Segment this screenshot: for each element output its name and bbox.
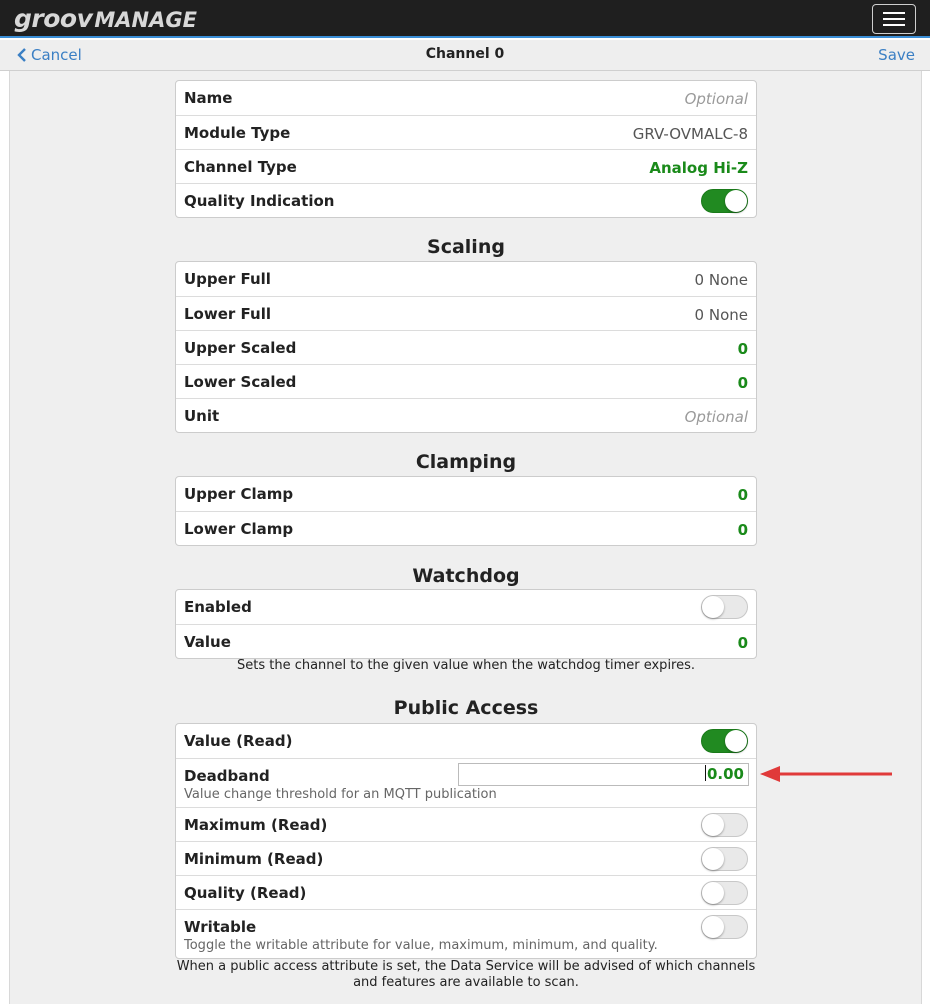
public-access-panel: Value (Read) Deadband 0.00 Value change … <box>175 723 757 959</box>
toggle-knob <box>725 730 747 752</box>
watchdog-enabled-label: Enabled <box>184 598 252 616</box>
writable-label: Writable <box>184 918 257 936</box>
deadband-help-text: Value change threshold for an MQTT publi… <box>184 787 497 802</box>
lower-scaled-label: Lower Scaled <box>184 373 297 391</box>
module-type-row: Module Type GRV-OVMALC-8 <box>176 115 756 149</box>
general-settings-panel: Name Optional Module Type GRV-OVMALC-8 C… <box>175 80 757 218</box>
upper-scaled-label: Upper Scaled <box>184 339 297 357</box>
upper-full-value: 0 None <box>694 271 748 289</box>
deadband-label: Deadband <box>184 767 270 785</box>
lower-clamp-label: Lower Clamp <box>184 520 294 538</box>
quality-read-row: Quality (Read) <box>176 875 756 909</box>
unit-label: Unit <box>184 407 220 425</box>
name-field[interactable]: Optional <box>685 90 748 108</box>
scaling-section-title: Scaling <box>427 236 505 258</box>
lower-clamp-row[interactable]: Lower Clamp 0 <box>176 511 756 545</box>
watchdog-value-label: Value <box>184 633 231 651</box>
quality-indication-toggle[interactable] <box>701 189 748 213</box>
watchdog-help-text: Sets the channel to the given value when… <box>236 658 696 673</box>
watchdog-panel: Enabled Value 0 <box>175 589 757 659</box>
quality-read-label: Quality (Read) <box>184 884 307 902</box>
hamburger-menu-button[interactable] <box>872 4 916 34</box>
module-type-label: Module Type <box>184 124 291 142</box>
cancel-label: Cancel <box>31 46 82 64</box>
toggle-knob <box>702 848 724 870</box>
minimum-read-row: Minimum (Read) <box>176 841 756 875</box>
writable-help-text: Toggle the writable attribute for value,… <box>184 938 658 953</box>
name-row[interactable]: Name Optional <box>176 81 756 115</box>
lower-full-value: 0 None <box>694 306 748 324</box>
watchdog-section-title: Watchdog <box>412 565 520 587</box>
writable-row: Writable Toggle the writable attribute f… <box>176 909 756 958</box>
quality-indication-row: Quality Indication <box>176 183 756 217</box>
unit-field[interactable]: Optional <box>685 408 748 426</box>
scaling-panel: Upper Full 0 None Lower Full 0 None Uppe… <box>175 261 757 433</box>
menu-bar-icon <box>883 18 905 20</box>
deadband-value: 0.00 <box>706 765 744 783</box>
clamping-section-title: Clamping <box>415 451 517 473</box>
app-header: groovMANAGE <box>0 0 930 38</box>
lower-full-label: Lower Full <box>184 305 271 323</box>
logo-text-groov: groov <box>14 4 93 33</box>
upper-clamp-input[interactable]: 0 <box>738 486 748 504</box>
lower-scaled-input[interactable]: 0 <box>738 374 748 392</box>
annotation-arrow-icon <box>760 766 892 782</box>
toggle-knob <box>702 814 724 836</box>
deadband-input[interactable]: 0.00 <box>458 763 749 786</box>
toggle-knob <box>702 916 724 938</box>
maximum-read-label: Maximum (Read) <box>184 816 328 834</box>
toggle-knob <box>725 190 747 212</box>
unit-row[interactable]: Unit Optional <box>176 398 756 432</box>
value-read-row: Value (Read) <box>176 724 756 758</box>
channel-type-label: Channel Type <box>184 158 297 176</box>
cancel-button[interactable]: Cancel <box>16 46 82 64</box>
quality-read-toggle[interactable] <box>701 881 748 905</box>
maximum-read-row: Maximum (Read) <box>176 807 756 841</box>
upper-scaled-input[interactable]: 0 <box>738 340 748 358</box>
navigation-bar: Cancel Channel 0 Save <box>0 40 930 71</box>
channel-type-value[interactable]: Analog Hi-Z <box>649 159 748 177</box>
channel-type-row[interactable]: Channel Type Analog Hi-Z <box>176 149 756 183</box>
page-title: Channel 0 <box>425 46 505 62</box>
lower-scaled-row[interactable]: Lower Scaled 0 <box>176 364 756 398</box>
lower-full-row: Lower Full 0 None <box>176 296 756 330</box>
writable-toggle[interactable] <box>701 915 748 939</box>
public-access-help-text: When a public access attribute is set, t… <box>176 959 756 990</box>
value-read-toggle[interactable] <box>701 729 748 753</box>
groov-manage-logo: groovMANAGE <box>14 5 197 33</box>
public-access-section-title: Public Access <box>393 697 539 719</box>
watchdog-value-row[interactable]: Value 0 <box>176 624 756 658</box>
watchdog-enabled-row: Enabled <box>176 590 756 624</box>
toggle-knob <box>702 596 724 618</box>
upper-clamp-row[interactable]: Upper Clamp 0 <box>176 477 756 511</box>
upper-clamp-label: Upper Clamp <box>184 485 294 503</box>
logo-text-manage: MANAGE <box>94 8 197 32</box>
menu-bar-icon <box>883 24 905 26</box>
maximum-read-toggle[interactable] <box>701 813 748 837</box>
upper-full-row: Upper Full 0 None <box>176 262 756 296</box>
watchdog-enabled-toggle[interactable] <box>701 595 748 619</box>
clamping-panel: Upper Clamp 0 Lower Clamp 0 <box>175 476 757 546</box>
minimum-read-label: Minimum (Read) <box>184 850 324 868</box>
watchdog-value-input[interactable]: 0 <box>738 634 748 652</box>
upper-scaled-row[interactable]: Upper Scaled 0 <box>176 330 756 364</box>
chevron-left-icon <box>17 48 26 62</box>
lower-clamp-input[interactable]: 0 <box>738 521 748 539</box>
upper-full-label: Upper Full <box>184 270 271 288</box>
minimum-read-toggle[interactable] <box>701 847 748 871</box>
toggle-knob <box>702 882 724 904</box>
deadband-row: Deadband 0.00 Value change threshold for… <box>176 758 756 807</box>
name-label: Name <box>184 89 233 107</box>
menu-bar-icon <box>883 12 905 14</box>
quality-indication-label: Quality Indication <box>184 192 335 210</box>
save-button[interactable]: Save <box>878 46 915 64</box>
value-read-label: Value (Read) <box>184 732 293 750</box>
module-type-value: GRV-OVMALC-8 <box>632 125 748 143</box>
text-cursor <box>704 765 706 781</box>
